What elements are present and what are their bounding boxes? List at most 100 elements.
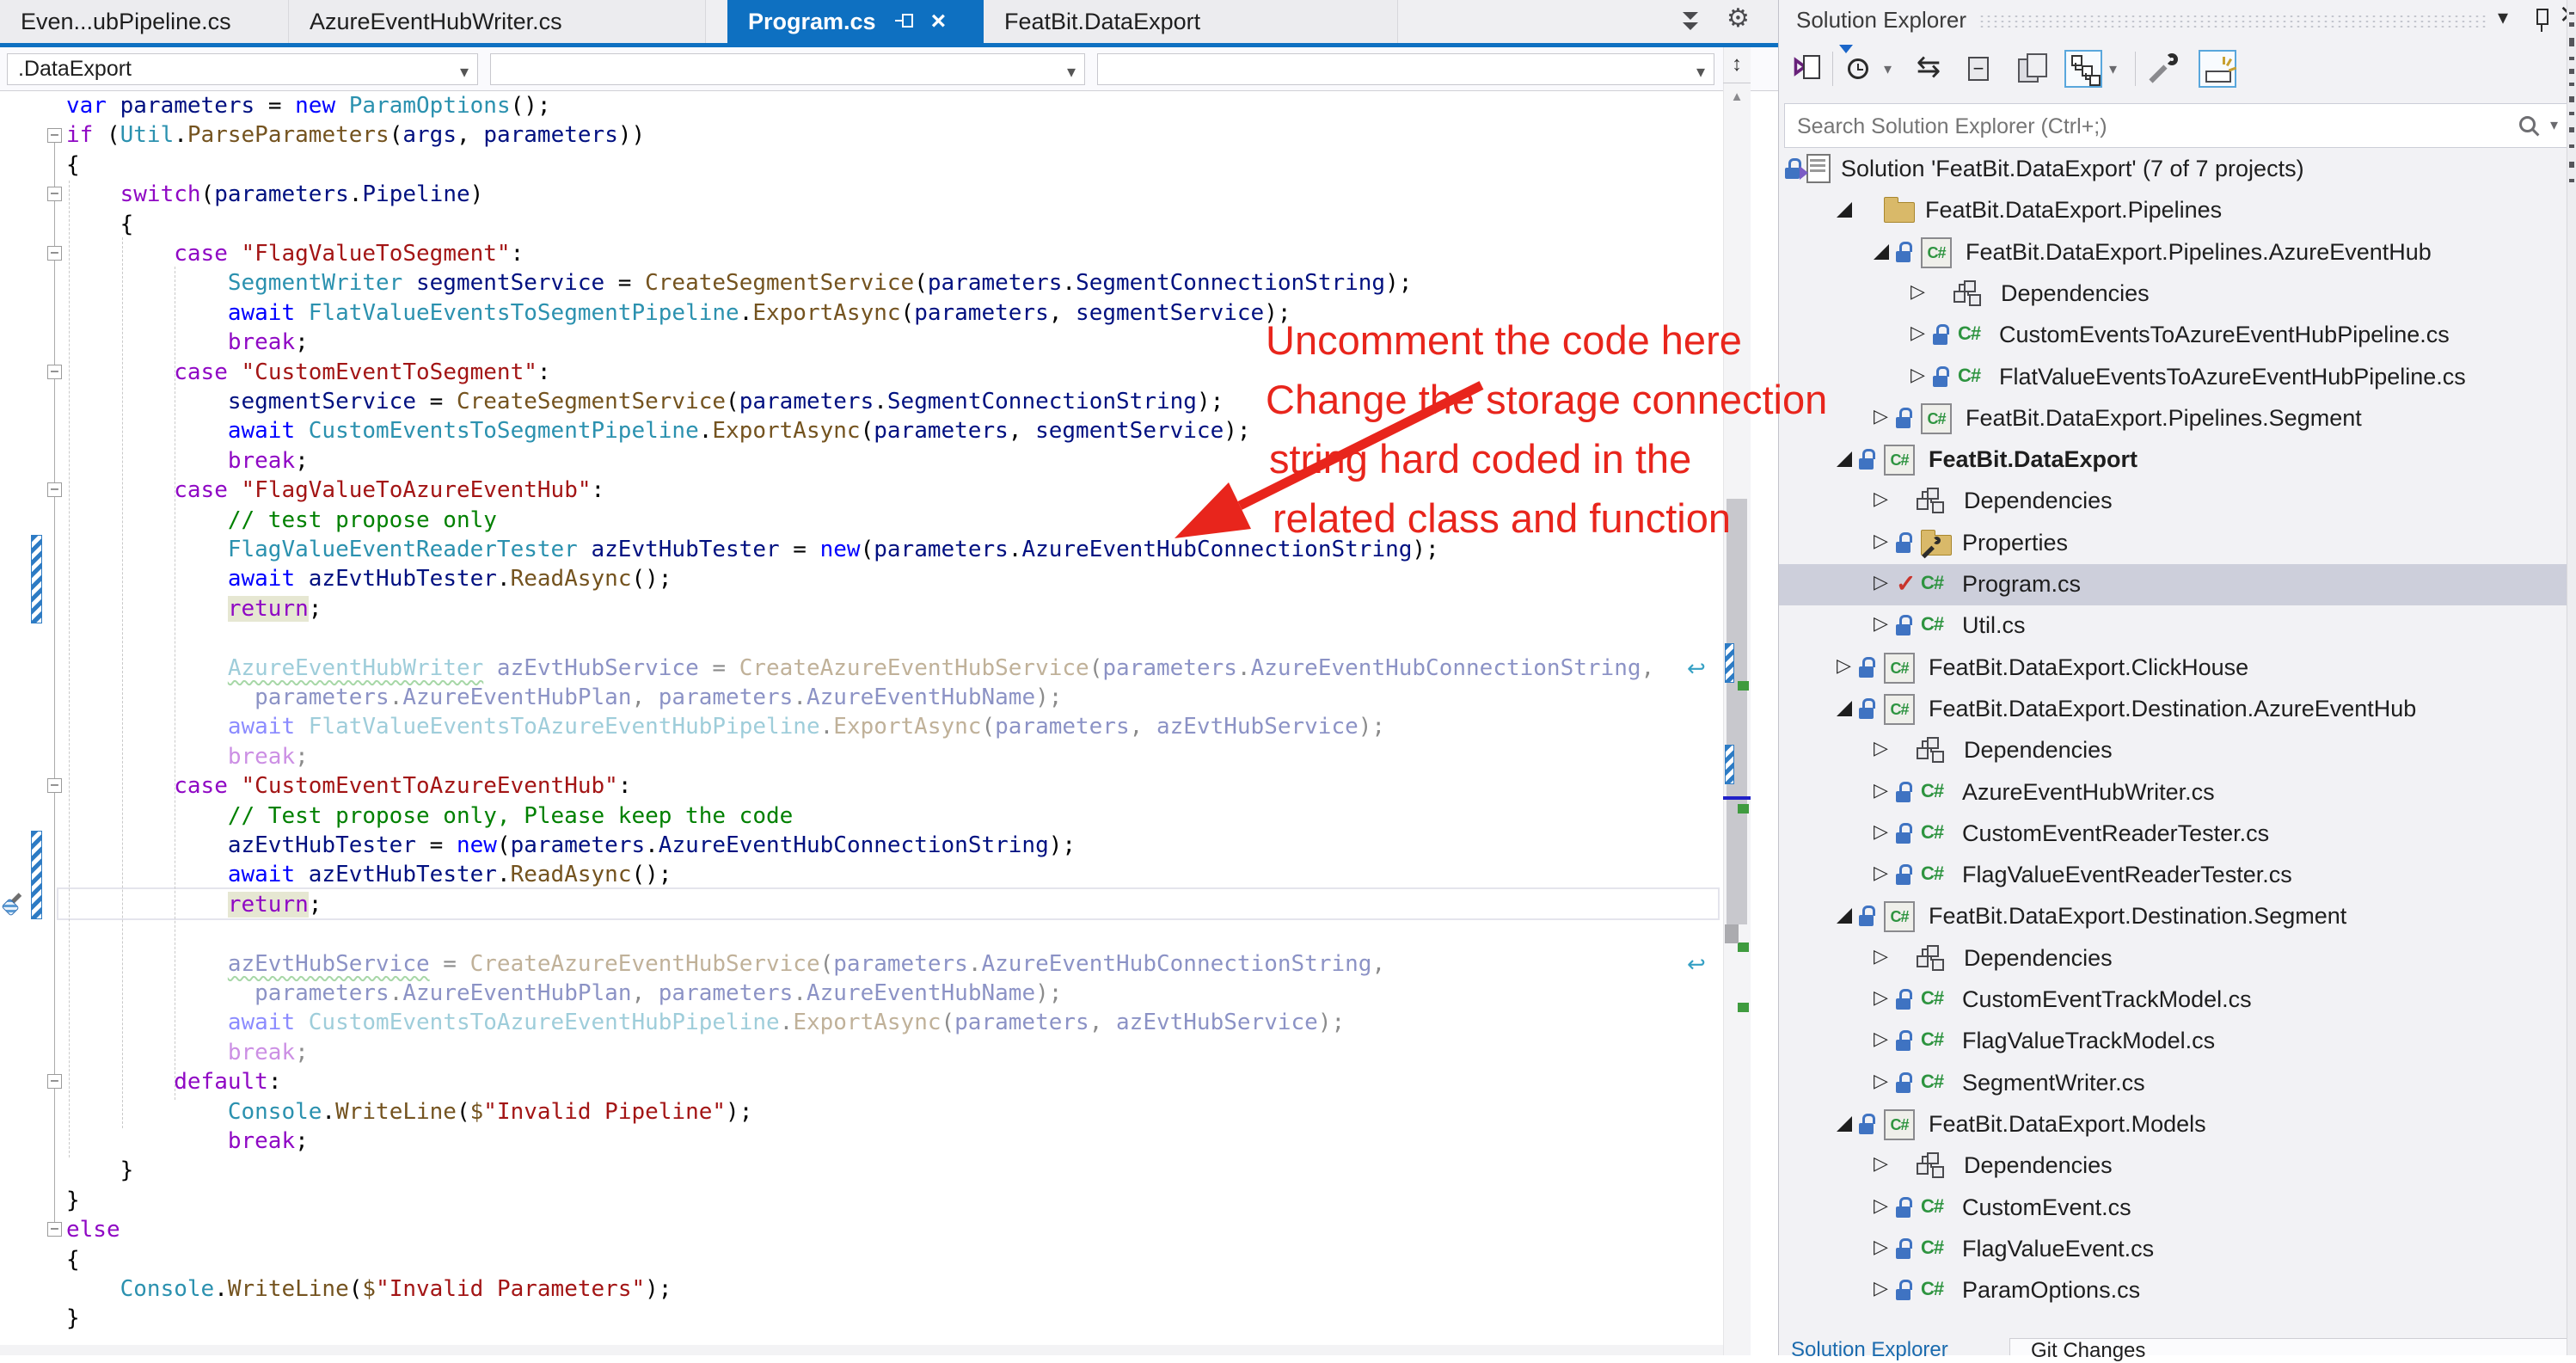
chevron-collapsed-icon[interactable]: ▷ (1874, 1194, 1888, 1217)
tree-row[interactable]: C#FeatBit.DataExport.Destination.AzureEv… (1779, 689, 2576, 730)
code-line[interactable]: { (66, 210, 133, 240)
code-line[interactable]: await azEvtHubTester.ReadAsync(); (66, 564, 672, 594)
tree-row[interactable]: ▷C#CustomEventTrackModel.cs (1779, 979, 2576, 1021)
code-line[interactable]: await CustomEventsToAzureEventHubPipelin… (66, 1008, 1345, 1038)
tree-row[interactable]: ▷C#SegmentWriter.cs (1779, 1063, 2576, 1104)
fold-collapse-box[interactable]: – (47, 1222, 62, 1237)
code-line[interactable]: AzureEventHubWriter azEvtHubService = Cr… (66, 654, 1654, 684)
code-line[interactable]: await FlatValueEventsToSegmentPipeline.E… (66, 298, 1291, 328)
code-line[interactable]: segmentService = CreateSegmentService(pa… (66, 387, 1224, 417)
collapse-all-icon[interactable]: − (1961, 50, 1999, 88)
code-line[interactable]: { (66, 1245, 80, 1275)
tree-row[interactable]: ▷Dependencies (1779, 481, 2576, 522)
preview-selected-items-icon[interactable] (2199, 50, 2236, 88)
search-input[interactable] (1795, 109, 2487, 144)
project-dropdown[interactable]: .DataExport ▾ (7, 53, 478, 85)
code-line[interactable]: // Test propose only, Please keep the co… (66, 801, 793, 832)
scrollbar-thumb[interactable] (1727, 499, 1747, 924)
tree-row[interactable]: ▷Dependencies (1779, 273, 2576, 315)
window-list-icon[interactable] (1680, 10, 1702, 33)
chevron-down-icon[interactable]: ▾ (2109, 60, 2117, 78)
chevron-collapsed-icon[interactable]: ▷ (1874, 1070, 1888, 1092)
code-line[interactable]: default: (66, 1067, 281, 1097)
chevron-collapsed-icon[interactable]: ▷ (1874, 1152, 1888, 1175)
fold-collapse-box[interactable]: – (47, 246, 62, 261)
chevron-expanded-icon[interactable] (1837, 451, 1852, 467)
fold-collapse-box[interactable]: – (47, 365, 62, 379)
chevron-collapsed-icon[interactable]: ▷ (1874, 612, 1888, 635)
tree-row[interactable]: ▷C#ParamOptions.cs (1779, 1270, 2576, 1311)
sync-with-active-document-icon[interactable]: ⇆ (1910, 50, 1947, 88)
code-line[interactable]: break; (66, 742, 309, 772)
fold-collapse-box[interactable]: – (47, 1074, 62, 1089)
code-line[interactable]: // test propose only (66, 506, 497, 536)
chevron-collapsed-icon[interactable]: ▷ (1874, 1277, 1888, 1299)
tree-row[interactable]: ▷Dependencies (1779, 938, 2576, 979)
chevron-down-icon[interactable]: ▾ (2550, 116, 2558, 134)
code-line[interactable]: await azEvtHubTester.ReadAsync(); (66, 860, 672, 890)
tree-row[interactable]: ▷C#CustomEvent.cs (1779, 1188, 2576, 1229)
code-line[interactable]: { (66, 150, 80, 181)
code-line[interactable]: break; (66, 1038, 309, 1068)
tree-row[interactable]: ▷✓C#Program.cs (1779, 564, 2576, 605)
properties-wrench-icon[interactable] (2147, 50, 2185, 88)
tree-row[interactable]: ▷C#FeatBit.DataExport.Pipelines.Segment (1779, 398, 2576, 439)
code-line[interactable]: case "CustomEventToAzureEventHub": (66, 771, 631, 801)
search-icon[interactable] (2518, 114, 2542, 138)
switch-views-icon[interactable]: ⋈ (1786, 50, 1824, 88)
tree-row[interactable]: ▷C#FlagValueTrackModel.cs (1779, 1021, 2576, 1062)
code-line[interactable]: } (66, 1304, 80, 1334)
tree-row[interactable]: ▷Properties (1779, 523, 2576, 564)
code-line[interactable]: Console.WriteLine($"Invalid Pipeline"); (66, 1097, 752, 1127)
code-line[interactable]: return; (66, 890, 322, 920)
tree-row[interactable]: C#FeatBit.DataExport (1779, 439, 2576, 481)
panel-drag-grip[interactable] (1978, 14, 2487, 29)
tab-featbit-dataexport[interactable]: FeatBit.DataExport (984, 0, 1398, 43)
tree-row[interactable]: C#FeatBit.DataExport.Destination.Segment (1779, 896, 2576, 937)
tree-row[interactable]: ▷C#FlatValueEventsToAzureEventHubPipelin… (1779, 357, 2576, 398)
fold-collapse-box[interactable]: – (47, 128, 62, 143)
chevron-collapsed-icon[interactable]: ▷ (1874, 1028, 1888, 1050)
code-line[interactable]: case "FlagValueToSegment": (66, 239, 524, 269)
chevron-expanded-icon[interactable] (1837, 701, 1852, 716)
tab-git-changes[interactable]: Git Changes (2009, 1338, 2576, 1355)
chevron-collapsed-icon[interactable]: ▷ (1911, 280, 1925, 303)
chevron-collapsed-icon[interactable]: ▷ (1837, 654, 1851, 677)
code-line[interactable]: return; (66, 594, 322, 624)
code-line[interactable]: case "FlagValueToAzureEventHub": (66, 476, 604, 506)
chevron-expanded-icon[interactable] (1837, 202, 1852, 218)
panel-menu-icon[interactable]: ▾ (2498, 5, 2508, 30)
type-dropdown[interactable]: ▾ (490, 53, 1085, 85)
code-line[interactable]: break; (66, 446, 309, 476)
code-line[interactable]: SegmentWriter segmentService = CreateSeg… (66, 268, 1412, 298)
chevron-expanded-icon[interactable] (1874, 244, 1889, 260)
chevron-collapsed-icon[interactable]: ▷ (1911, 364, 1925, 386)
tree-row[interactable]: ▷C#CustomEventsToAzureEventHubPipeline.c… (1779, 315, 2576, 356)
fold-collapse-box[interactable]: – (47, 482, 62, 497)
fold-collapse-box[interactable]: – (47, 187, 62, 201)
show-all-files-icon[interactable] (2013, 50, 2051, 88)
pin-icon[interactable] (895, 12, 914, 31)
chevron-collapsed-icon[interactable]: ▷ (1874, 862, 1888, 884)
tree-row[interactable]: ▷C#FlagValueEventReaderTester.cs (1779, 855, 2576, 896)
tab-azureeventhubwriter[interactable]: AzureEventHubWriter.cs (289, 0, 706, 43)
tree-row[interactable]: ▷C#FeatBit.DataExport.ClickHouse (1779, 648, 2576, 689)
scroll-up-arrow[interactable]: ▲ (1723, 86, 1751, 108)
tree-row[interactable]: ▷C#Util.cs (1779, 605, 2576, 647)
code-line[interactable]: } (66, 1186, 80, 1216)
code-line[interactable]: parameters.AzureEventHubPlan, parameters… (66, 979, 1062, 1009)
code-line[interactable]: FlagValueEventReaderTester azEvtHubTeste… (66, 535, 1439, 565)
member-dropdown[interactable]: ▾ (1097, 53, 1714, 85)
tree-row[interactable]: ▷C#AzureEventHubWriter.cs (1779, 772, 2576, 814)
chevron-collapsed-icon[interactable]: ▷ (1874, 571, 1888, 593)
chevron-collapsed-icon[interactable]: ▷ (1874, 1236, 1888, 1258)
panel-pin-icon[interactable] (2534, 7, 2549, 33)
code-line[interactable]: else (66, 1215, 120, 1245)
code-line[interactable]: azEvtHubService = CreateAzureEventHubSer… (66, 949, 1385, 979)
gear-icon[interactable]: ⚙ (1727, 3, 1750, 34)
chevron-expanded-icon[interactable] (1837, 1116, 1852, 1132)
quick-actions-screwdriver-icon[interactable] (2, 891, 28, 917)
tree-row[interactable]: ▷C#FlagValueEvent.cs (1779, 1229, 2576, 1270)
chevron-expanded-icon[interactable] (1837, 908, 1852, 924)
code-line[interactable]: switch(parameters.Pipeline) (66, 180, 483, 210)
